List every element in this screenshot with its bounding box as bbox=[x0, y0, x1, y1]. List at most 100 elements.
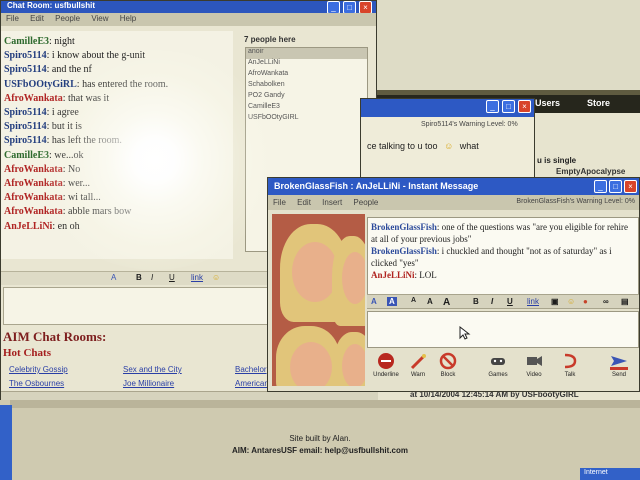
games-button[interactable]: Games bbox=[479, 352, 517, 378]
underline-button[interactable]: U bbox=[507, 297, 513, 306]
video-button[interactable]: Video bbox=[515, 352, 553, 378]
menu-view[interactable]: View bbox=[91, 14, 108, 23]
bold-button[interactable]: B bbox=[473, 297, 479, 306]
maximize-button[interactable]: □ bbox=[502, 100, 515, 113]
smiley-icon[interactable]: ☺ bbox=[567, 297, 575, 306]
im-window-spiro: _ □ × Spiro5114's Warning Level: 0% ce t… bbox=[360, 98, 535, 180]
im-message: AnJeLLiNi: LOL bbox=[371, 269, 635, 281]
chat-message: Spiro5114: i know about the g-unit bbox=[4, 50, 146, 62]
chat-message-text: wer... bbox=[68, 178, 90, 190]
im-titlebar[interactable]: BrokenGlassFish : AnJeLLiNi - Instant Me… bbox=[268, 178, 639, 195]
message-tail: what bbox=[459, 141, 479, 151]
profile-username: EmptyApocalypse bbox=[556, 167, 626, 176]
im-message: BrokenGlassFish: one of the questions wa… bbox=[371, 221, 635, 245]
send-icon bbox=[610, 356, 628, 370]
people-list-item[interactable]: AfroWankata bbox=[246, 70, 367, 81]
bold-button[interactable]: B bbox=[136, 273, 142, 282]
smiley-icon[interactable]: ☺ bbox=[212, 273, 220, 282]
maximize-button[interactable]: □ bbox=[609, 180, 622, 193]
text-color-button[interactable]: A bbox=[371, 297, 377, 306]
chat-sender-name[interactable]: AfroWankata bbox=[4, 93, 63, 104]
larger-font-button[interactable]: A bbox=[443, 297, 450, 308]
minimize-button[interactable]: _ bbox=[486, 100, 499, 113]
chat-message-text: that was it bbox=[68, 92, 110, 104]
close-button[interactable]: × bbox=[518, 100, 531, 113]
room-link[interactable]: Sex and the City bbox=[123, 365, 182, 374]
chat-sender-name[interactable]: CamilleE3 bbox=[4, 150, 49, 161]
chat-message: USFbOOtyGiRL: has entered the room. bbox=[4, 78, 169, 90]
nav-store-link[interactable]: Store bbox=[587, 98, 610, 108]
menu-edit[interactable]: Edit bbox=[30, 14, 44, 23]
chat-sender-name[interactable]: USFbOOtyGiRL bbox=[4, 79, 77, 90]
chat-sender-name[interactable]: CamilleE3 bbox=[4, 36, 49, 47]
background-color-button[interactable]: A bbox=[387, 297, 397, 306]
menu-insert[interactable]: Insert bbox=[322, 198, 342, 207]
room-link[interactable]: Bachelor bbox=[235, 365, 267, 374]
people-list-item[interactable]: AnJeLLiNi bbox=[246, 59, 367, 70]
menu-help[interactable]: Help bbox=[120, 14, 136, 23]
underline-button[interactable]: U bbox=[169, 273, 175, 282]
people-list-item[interactable]: PO2 Gandy bbox=[246, 92, 367, 103]
chat-sender-name[interactable]: AnJeLLiNi bbox=[4, 221, 52, 232]
link-button[interactable]: link bbox=[191, 273, 203, 282]
chat-transcript[interactable]: CamilleE3: night Spiro5114: i know about … bbox=[1, 31, 233, 259]
send-button[interactable]: Send bbox=[599, 352, 639, 378]
chat-sender-name[interactable]: AfroWankata bbox=[4, 206, 63, 217]
im-format-toolbar: A A A A A B I U link ▣ ☺ ● ∞ ▤ bbox=[367, 294, 639, 309]
normal-font-button[interactable]: A bbox=[427, 297, 433, 306]
room-link[interactable]: The Osbournes bbox=[9, 379, 64, 388]
link-button[interactable]: link bbox=[527, 297, 539, 306]
chat-sender-name[interactable]: Spiro5114 bbox=[4, 135, 47, 146]
chat-message-text: and the nf bbox=[51, 64, 92, 76]
close-button[interactable]: × bbox=[624, 180, 637, 193]
italic-button[interactable]: I bbox=[151, 273, 153, 282]
link-chain-icon[interactable]: ∞ bbox=[603, 297, 609, 306]
menu-file[interactable]: File bbox=[273, 198, 286, 207]
chat-sender-name[interactable]: Spiro5114 bbox=[4, 50, 47, 61]
chat-message-text: No bbox=[68, 163, 81, 175]
chat-message: Spiro5114: has left the room. bbox=[4, 135, 122, 147]
people-list-item[interactable]: anoir bbox=[246, 48, 367, 59]
instant-message-window: BrokenGlassFish : AnJeLLiNi - Instant Me… bbox=[267, 177, 640, 392]
smiley-icon: ☺ bbox=[444, 141, 454, 151]
menu-people[interactable]: People bbox=[353, 198, 378, 207]
sound-icon[interactable]: ● bbox=[583, 297, 588, 306]
talk-button[interactable]: Talk bbox=[551, 352, 589, 378]
menu-edit[interactable]: Edit bbox=[297, 198, 311, 207]
image-icon[interactable]: ▣ bbox=[551, 297, 559, 306]
im-sender-name[interactable]: AnJeLLiNi bbox=[371, 270, 415, 280]
italic-button[interactable]: I bbox=[491, 297, 493, 306]
im-sender-name[interactable]: BrokenGlassFish bbox=[371, 222, 437, 232]
chat-sender-name[interactable]: Spiro5114 bbox=[4, 107, 47, 118]
im-transcript[interactable]: BrokenGlassFish: one of the questions wa… bbox=[367, 217, 639, 297]
people-list-item[interactable]: Schabolken bbox=[246, 81, 367, 92]
chat-room-titlebar[interactable]: Chat Room: usfbullshit bbox=[1, 1, 376, 13]
nav-users-link[interactable]: Users bbox=[535, 98, 560, 108]
chat-sender-name[interactable]: AfroWankata bbox=[4, 178, 63, 189]
talk-label: Talk bbox=[564, 372, 576, 378]
im-sender-name[interactable]: BrokenGlassFish bbox=[371, 246, 437, 256]
room-link[interactable]: Joe Millionaire bbox=[123, 379, 174, 388]
people-list-item[interactable]: USFbOOtyGIRL bbox=[246, 114, 367, 125]
taskbar-left-edge bbox=[0, 405, 12, 480]
chat-sender-name[interactable]: AfroWankata bbox=[4, 164, 63, 175]
room-link[interactable]: American bbox=[235, 379, 269, 388]
chat-sender-name[interactable]: Spiro5114 bbox=[4, 64, 47, 75]
minimize-button[interactable]: _ bbox=[594, 180, 607, 193]
people-list-item[interactable]: CamilleE3 bbox=[246, 103, 367, 114]
horizontal-scrollbar[interactable] bbox=[1, 391, 378, 400]
smaller-font-button[interactable]: A bbox=[411, 297, 416, 304]
contact-info: AIM: AntaresUSF email: help@usfbullshit.… bbox=[232, 446, 408, 455]
font-size-button[interactable]: A bbox=[111, 273, 116, 282]
chat-sender-name[interactable]: AfroWankata bbox=[4, 192, 63, 203]
im-action-bar: Underline Warn Block Games Video Talk Se… bbox=[367, 350, 639, 390]
profile-single-text: u is single bbox=[537, 156, 577, 165]
im-message-input[interactable] bbox=[367, 311, 639, 348]
chat-sender-name[interactable]: Spiro5114 bbox=[4, 121, 47, 132]
block-button[interactable]: Block bbox=[429, 352, 467, 378]
card-icon[interactable]: ▤ bbox=[621, 297, 629, 306]
room-link[interactable]: Celebrity Gossip bbox=[9, 365, 68, 374]
menu-file[interactable]: File bbox=[6, 14, 19, 23]
send-label: Send bbox=[611, 372, 626, 378]
menu-people[interactable]: People bbox=[55, 14, 80, 23]
